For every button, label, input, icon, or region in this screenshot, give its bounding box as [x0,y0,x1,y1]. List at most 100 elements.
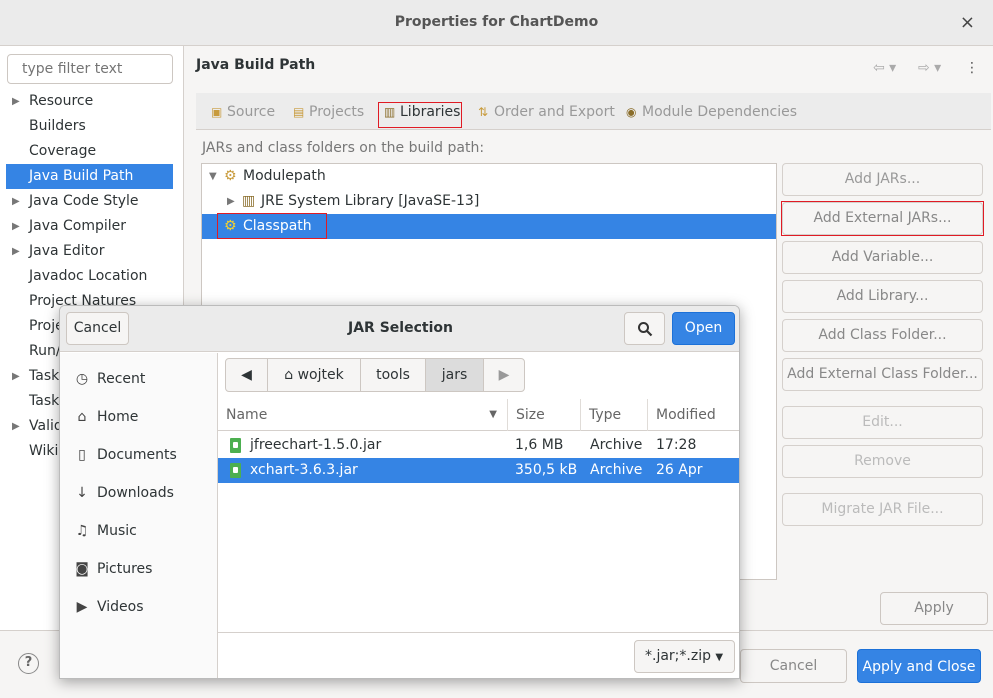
jar-file-icon [230,463,241,478]
search-button[interactable] [624,312,665,345]
sidebar-item-label: Task [29,393,60,409]
chevron-right-icon[interactable]: ▶ [12,364,20,389]
dialog-footer-bar: *.jar;*.zip ▼ [218,632,739,678]
sidebar-item-java-build-path[interactable]: Java Build Path [6,164,173,189]
sidebar-item-coverage[interactable]: Coverage [6,139,173,164]
chevron-right-icon[interactable]: ▶ [12,239,20,264]
build-path-description: JARs and class folders on the build path… [202,140,485,156]
sidebar-item-label: Builders [29,118,86,134]
dialog-header: JAR Selection Cancel Open [60,306,739,352]
chevron-right-icon[interactable]: ▶ [12,189,20,214]
sidebar-item-builders[interactable]: Builders [6,114,173,139]
column-modified[interactable]: Modified [648,399,739,431]
sidebar-item-java-compiler[interactable]: ▶ Java Compiler [6,214,173,239]
filter-input[interactable] [7,54,173,84]
migrate-jar-button[interactable]: Migrate JAR File... [782,493,983,526]
back-arrow-icon[interactable]: ⇦ ▾ [873,60,896,76]
highlight-box [378,102,462,128]
home-icon: ⌂ [77,409,87,425]
path-segment-tools[interactable]: tools [361,359,426,391]
download-icon: ↓ [76,485,88,501]
tab-module-dependencies[interactable]: ◉ Module Dependencies [626,104,797,120]
chevron-right-icon[interactable]: ▶ [12,214,20,239]
sort-down-icon: ▼ [489,409,497,420]
forward-arrow-icon[interactable]: ⇨ ▾ [918,60,941,76]
column-name[interactable]: Name ▼ [218,399,508,431]
sidebar-item-label: Task [29,368,60,384]
column-size[interactable]: Size [508,399,581,431]
sidebar-item-label: Javadoc Location [29,268,148,284]
order-export-icon: ⇅ [478,105,489,119]
path-back-button[interactable]: ◀ [226,359,268,391]
apply-and-close-button[interactable]: Apply and Close [857,649,981,683]
cancel-button[interactable]: Cancel [740,649,847,683]
sidebar-item-label: Java Code Style [29,193,139,209]
highlight-box [781,201,984,236]
sidebar-item-label: Java Compiler [29,218,127,234]
apply-button[interactable]: Apply [880,592,988,625]
open-button[interactable]: Open [672,312,735,345]
path-forward-button[interactable]: ▶ [484,359,524,391]
sidebar-item-java-editor[interactable]: ▶ Java Editor [6,239,173,264]
document-icon: ▯ [78,447,86,463]
search-icon [637,322,652,337]
more-menu-icon[interactable]: ⋮ [965,60,979,76]
module-icon: ◉ [626,105,637,119]
file-list: Name ▼ Size Type Modified jfreechart-1.5.… [218,399,739,632]
clock-icon: ◷ [75,371,89,387]
sidebar-item-label: Java Build Path [29,168,134,184]
place-home[interactable]: ⌂ Home [60,398,217,436]
camera-icon: ◙ [75,561,89,577]
tab-source[interactable]: ▣ Source [211,104,275,120]
file-row[interactable]: jfreechart-1.5.0.jar 1,6 MB Archive 17:2… [218,433,739,458]
place-music[interactable]: ♫ Music [60,512,217,550]
close-icon[interactable]: × [960,12,975,33]
chevron-right-icon[interactable]: ▶ [12,414,20,439]
remove-button[interactable]: Remove [782,445,983,478]
tab-bar: ▣ Source ▤ Projects ▥ Libraries ⇅ Order and … [196,93,991,130]
path-bar: ◀ ⌂ wojtek tools jars ▶ [225,358,525,392]
sidebar-item-label: Resource [29,93,94,109]
place-videos[interactable]: ▶ Videos [60,588,217,626]
path-segment-jars[interactable]: jars [426,359,484,391]
sidebar-item-resource[interactable]: ▶ Resource [6,89,173,114]
add-external-class-folder-button[interactable]: Add External Class Folder... [782,358,983,391]
tab-order-and-export[interactable]: ⇅ Order and Export [478,104,615,120]
place-documents[interactable]: ▯ Documents [60,436,217,474]
add-class-folder-button[interactable]: Add Class Folder... [782,319,983,352]
path-segment-home[interactable]: ⌂ wojtek [268,359,361,391]
sidebar-item-label: Valid [29,418,63,434]
file-row[interactable]: xchart-3.6.3.jar 350,5 kB Archive 26 Apr [218,458,739,483]
column-type[interactable]: Type [581,399,648,431]
video-icon: ▶ [76,599,88,615]
help-icon[interactable]: ? [18,653,39,674]
sidebar-item-label: Coverage [29,143,97,159]
sidebar-item-javadoc-location[interactable]: Javadoc Location [6,264,173,289]
tree-item-modulepath[interactable]: ▼ ⚙ Modulepath [202,164,776,189]
tab-projects[interactable]: ▤ Projects [293,104,364,120]
edit-button[interactable]: Edit... [782,406,983,439]
music-icon: ♫ [75,523,89,539]
add-variable-button[interactable]: Add Variable... [782,241,983,274]
file-type-filter-select[interactable]: *.jar;*.zip ▼ [634,640,735,673]
jar-selection-dialog: JAR Selection Cancel Open ◷ Recent ⌂ Home … [59,305,740,679]
chevron-right-icon[interactable]: ▶ [12,89,20,114]
window-title: Properties for ChartDemo [394,14,599,30]
sidebar-item-label: Java Editor [29,243,105,259]
place-recent[interactable]: ◷ Recent [60,360,217,398]
dialog-cancel-button[interactable]: Cancel [66,312,129,345]
chevron-right-icon[interactable]: ▶ [227,189,235,214]
place-downloads[interactable]: ↓ Downloads [60,474,217,512]
places-sidebar: ◷ Recent ⌂ Home ▯ Documents ↓ Downloads ♫ Mus… [60,353,218,678]
jar-file-icon [230,438,241,453]
tree-item-jre-library[interactable]: ▶ ▥ JRE System Library [JavaSE-13] [202,189,776,214]
place-pictures[interactable]: ◙ Pictures [60,550,217,588]
highlight-box [217,213,327,239]
library-icon: ▥ [242,193,256,209]
file-list-header: Name ▼ Size Type Modified [218,399,739,431]
sidebar-item-java-code-style[interactable]: ▶ Java Code Style [6,189,173,214]
add-jars-button[interactable]: Add JARs... [782,163,983,196]
chevron-down-icon[interactable]: ▼ [209,164,217,189]
add-library-button[interactable]: Add Library... [782,280,983,313]
window-titlebar: Properties for ChartDemo × [0,0,993,46]
